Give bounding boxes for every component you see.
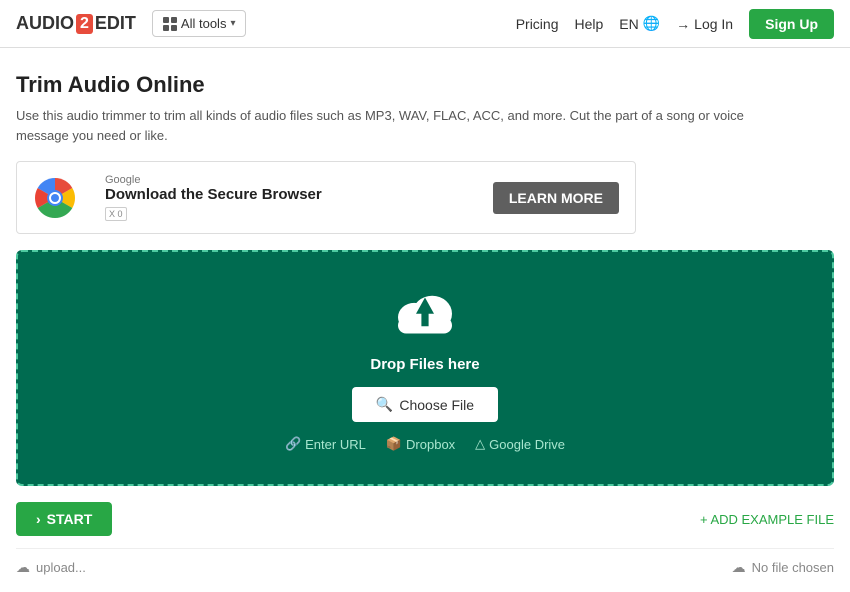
action-bar: › START + ADD EXAMPLE FILE [16,502,834,536]
ad-headline: Download the Secure Browser [105,186,481,203]
logo-2: 2 [76,14,93,34]
all-tools-button[interactable]: All tools ▾ [152,10,247,37]
bottom-right: ☁ No file chosen [732,559,834,576]
login-label: Log In [694,16,733,32]
grid-icon [163,17,177,31]
bottom-right-text: No file chosen [752,560,834,575]
dropbox-icon: 📦 [386,436,402,452]
bottom-left-text: upload... [36,560,86,575]
language-selector[interactable]: EN 🌐 [619,15,660,32]
lang-label: EN [619,16,638,32]
ad-text: Google Download the Secure Browser X 0 [105,174,481,221]
upload-cloud-icon [389,284,461,356]
bottom-left: ☁ upload... [16,559,86,576]
link-icon: 🔗 [285,436,301,452]
ad-banner: Google Download the Secure Browser X 0 L… [16,161,636,234]
all-tools-label: All tools [181,16,227,31]
start-label: START [47,511,93,527]
upload-right-icon: ☁ [732,559,746,576]
choose-file-label: Choose File [399,397,474,413]
navbar: AUDIO 2 EDIT All tools ▾ Pricing Help EN… [0,0,850,48]
navbar-right: Pricing Help EN 🌐 → Log In Sign Up [516,9,834,39]
logo[interactable]: AUDIO 2 EDIT [16,13,136,34]
ad-provider: Google [105,174,481,186]
bottom-bar: ☁ upload... ☁ No file chosen [16,548,834,576]
ad-learn-more-button[interactable]: LEARN MORE [493,182,619,214]
ad-chrome-icon [33,176,77,220]
dropbox-label: Dropbox [406,437,455,452]
google-drive-label: Google Drive [489,437,565,452]
choose-file-button[interactable]: 🔍 Choose File [352,387,498,422]
google-drive-link[interactable]: △ Google Drive [475,436,565,452]
enter-url-label: Enter URL [305,437,366,452]
chevron-down-icon: ▾ [230,18,235,29]
navbar-left: AUDIO 2 EDIT All tools ▾ [16,10,246,37]
logo-audio: AUDIO [16,13,74,34]
login-icon: → [676,16,690,32]
help-link[interactable]: Help [574,16,603,32]
drop-zone[interactable]: Drop Files here 🔍 Choose File 🔗 Enter UR… [16,250,834,486]
add-example-link[interactable]: + ADD EXAMPLE FILE [700,512,834,527]
main-content: Trim Audio Online Use this audio trimmer… [0,48,850,592]
globe-icon: 🌐 [643,15,660,32]
ad-xo-label: X 0 [105,207,127,221]
upload-left-icon: ☁ [16,559,30,576]
chevron-right-icon: › [36,511,41,527]
ad-logo [33,176,93,220]
page-title: Trim Audio Online [16,72,834,98]
dropbox-link[interactable]: 📦 Dropbox [386,436,455,452]
pricing-link[interactable]: Pricing [516,16,559,32]
signup-button[interactable]: Sign Up [749,9,834,39]
ad-footer: X 0 [105,207,481,221]
google-drive-icon: △ [475,436,485,452]
source-links: 🔗 Enter URL 📦 Dropbox △ Google Drive [285,436,565,452]
logo-edit: EDIT [95,13,136,34]
page-description: Use this audio trimmer to trim all kinds… [16,106,776,145]
enter-url-link[interactable]: 🔗 Enter URL [285,436,366,452]
start-button[interactable]: › START [16,502,112,536]
drop-text: Drop Files here [370,356,479,373]
login-button[interactable]: → Log In [676,16,733,32]
search-icon: 🔍 [376,396,393,413]
